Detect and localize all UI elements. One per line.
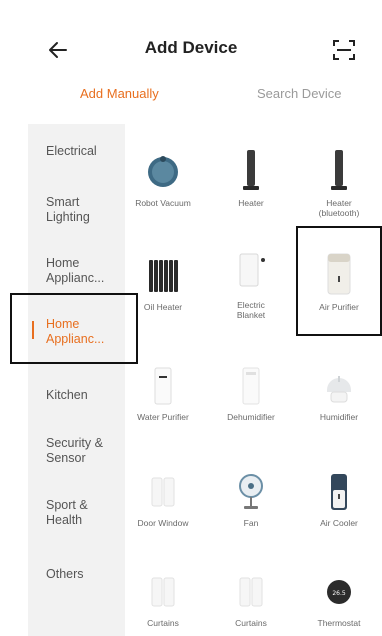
device-tile-thermostat[interactable]: 26.5 Thermostat [297,572,381,628]
device-label: Dehumidifier [227,412,275,422]
device-label: Blanket [236,310,266,320]
sidebar-item-sport-health[interactable]: Sport & Health [46,498,88,528]
device-tile-humidifier[interactable]: Humidifier [297,366,381,422]
device-tile-fan[interactable]: Fan [209,472,293,528]
device-label: Air Purifier [319,302,359,312]
device-tile-electric-blanket[interactable]: Electric Blanket [209,250,293,320]
sidebar-item-security-sensor[interactable]: Security & Sensor [46,436,103,466]
category-sidebar: Electrical Smart Lighting Home Applianc.… [28,124,125,636]
header-bar: Add Device [0,28,382,72]
sidebar-item-label: Sensor [46,451,86,465]
device-tile-air-purifier[interactable]: Air Purifier [297,252,381,312]
sidebar-item-others[interactable]: Others [46,567,84,582]
device-label: Oil Heater [143,302,183,312]
device-tile-door-window[interactable]: Door Window [121,472,205,528]
device-label: Curtains [235,618,267,628]
sidebar-item-label: Smart [46,195,80,209]
device-tile-curtains-2[interactable]: Curtains [209,572,293,628]
robot-vacuum-icon [148,156,178,187]
door-window-sensor-icon [151,477,175,507]
sidebar-item-label: Sport & [46,498,88,512]
fan-icon [239,474,263,509]
humidifier-icon [327,376,351,403]
device-tile-oil-heater[interactable]: Oil Heater [121,256,205,312]
device-label: Robot Vacuum [135,198,191,208]
tower-heater-icon [331,150,347,190]
oil-heater-icon [149,260,178,292]
tab-add-manually[interactable]: Add Manually [80,86,159,101]
sidebar-item-label: Applianc... [46,332,105,346]
sidebar-item-home-appliances-active[interactable]: Home Applianc... [46,317,104,347]
device-grid: Robot Vacuum Heater Heater (bluetooth) O… [125,124,382,636]
curtains-icon [239,577,263,607]
sidebar-item-label: Kitchen [46,388,88,402]
tab-search-device[interactable]: Search Device [257,86,342,101]
curtains-icon [151,577,175,607]
device-tile-heater[interactable]: Heater [209,148,293,208]
sidebar-item-label: Security & [46,436,103,450]
device-label: Water Purifier [137,412,189,422]
sidebar-item-label: Electrical [46,144,97,158]
device-label: Heater [238,198,264,208]
device-label: Door Window [137,518,189,528]
device-label: Thermostat [317,618,361,628]
sidebar-item-home-appliances[interactable]: Home Applianc... [46,256,104,286]
device-label: (bluetooth) [318,208,360,218]
thermostat-icon: 26.5 [327,580,351,604]
water-purifier-icon [154,367,172,405]
sidebar-item-label: Home [46,317,80,331]
sidebar-item-kitchen[interactable]: Kitchen [46,388,88,403]
air-purifier-icon [327,253,351,295]
page-title: Add Device [144,38,238,57]
sidebar-item-label: Health [46,513,83,527]
device-tile-heater-bluetooth[interactable]: Heater (bluetooth) [297,148,381,218]
device-tile-curtains[interactable]: Curtains [121,572,205,628]
dehumidifier-icon [242,367,260,405]
device-label: Air Cooler [320,518,358,528]
air-cooler-icon [331,474,347,510]
tower-heater-icon [243,150,259,190]
tab-bar: Add Manually Search Device [0,86,382,112]
electric-blanket-icon [239,253,265,287]
sidebar-item-electrical[interactable]: Electrical [46,144,97,159]
sidebar-item-label: Home [46,256,80,270]
device-tile-water-purifier[interactable]: Water Purifier [121,366,205,422]
scan-icon[interactable] [330,36,358,64]
sidebar-item-smart-lighting[interactable]: Smart Lighting [46,195,90,225]
device-label: Curtains [147,618,179,628]
sidebar-item-label: Others [46,567,84,581]
active-indicator [32,321,34,339]
device-tile-air-cooler[interactable]: Air Cooler [297,472,381,528]
sidebar-item-label: Applianc... [46,271,105,285]
device-tile-dehumidifier[interactable]: Dehumidifier [209,366,293,422]
sidebar-item-label: Lighting [46,210,90,224]
device-label: Electric [237,300,265,310]
device-label: Fan [243,518,259,528]
device-label: Heater [326,198,352,208]
device-tile-robot-vacuum[interactable]: Robot Vacuum [121,148,205,208]
thermostat-display: 26.5 [332,590,346,597]
device-label: Humidifier [319,412,359,422]
